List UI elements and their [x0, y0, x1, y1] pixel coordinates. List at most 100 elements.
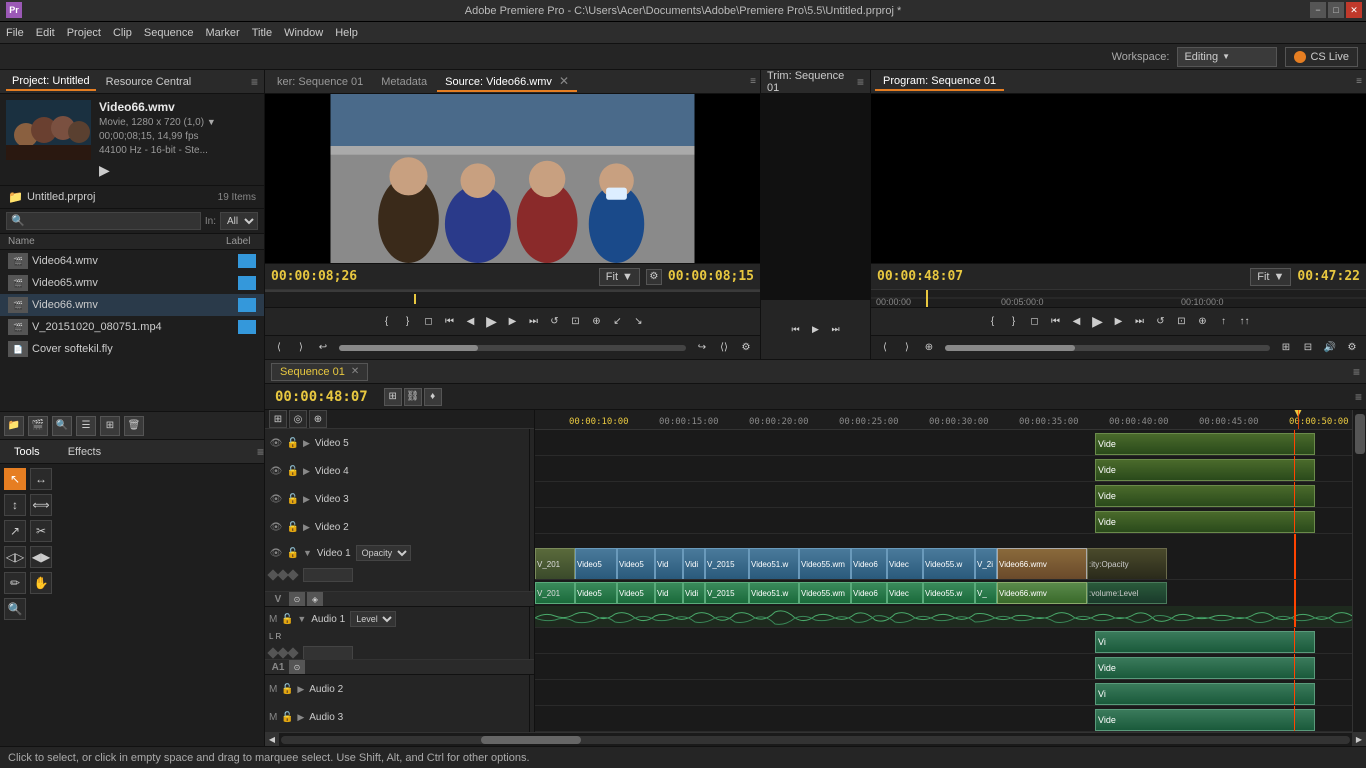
zoom-tool[interactable]: 🔍 — [4, 598, 26, 620]
prog-output-button[interactable]: ⊕ — [1193, 312, 1213, 332]
audio1-clip-5[interactable]: Vidi — [683, 582, 705, 604]
audio1-clip-3[interactable]: Video5 — [617, 582, 655, 604]
track-lock-audio2[interactable]: 🔓 — [280, 682, 294, 696]
track-options-icon[interactable]: ⊞ — [269, 410, 287, 428]
prog-extra-btn3[interactable]: ⊕ — [919, 338, 939, 358]
track-mute-audio1[interactable]: M — [269, 614, 277, 625]
video1-keyframe-select[interactable]: Opacity — [356, 545, 411, 561]
new-item-button[interactable]: 🎬 — [28, 416, 48, 436]
prog-extra-btn4[interactable]: ⊞ — [1276, 338, 1296, 358]
project-tab[interactable]: Project: Untitled — [6, 73, 96, 91]
source-mark-clip-button[interactable]: ◻ — [419, 312, 439, 332]
tools-tab[interactable]: Tools — [0, 442, 54, 462]
source-extra-btn6[interactable]: ⚙ — [736, 338, 756, 358]
source-step-back-button[interactable]: ◀ — [461, 312, 481, 332]
audio1-keyframe-select[interactable]: Level — [350, 611, 396, 627]
close-source-tab-icon[interactable]: ✕ — [559, 74, 569, 88]
track-eye-video4[interactable]: 👁 — [269, 464, 283, 478]
trim-play-button[interactable]: ▶ — [807, 321, 825, 339]
list-item[interactable]: 🎬 V_20151020_080751.mp4 — [0, 316, 264, 338]
menu-help[interactable]: Help — [335, 27, 358, 39]
audio1-clip-1[interactable]: V_201 — [535, 582, 575, 604]
razor-tool[interactable]: ✂ — [30, 520, 52, 542]
source-fit-select[interactable]: Fit▼ — [599, 268, 640, 286]
audio1-clip-9[interactable]: Video6 — [851, 582, 887, 604]
source-goto-in-button[interactable]: ⏮ — [440, 312, 460, 332]
project-panel-menu-icon[interactable]: ≡ — [251, 75, 258, 89]
audio1-clip-6[interactable]: V_2015 — [705, 582, 749, 604]
rate-stretch-tool[interactable]: ↗ — [4, 520, 26, 542]
source-overwrite-button[interactable]: ↘ — [629, 312, 649, 332]
minimize-button[interactable]: − — [1310, 2, 1326, 18]
timeline-settings-icon[interactable]: ≡ — [1355, 390, 1362, 404]
snap-button[interactable]: ⊞ — [384, 388, 402, 406]
track-lock-video1[interactable]: 🔓 — [286, 546, 300, 560]
timeline-vertical-scrollbar[interactable] — [1352, 410, 1366, 732]
source-goto-out-button[interactable]: ⏭ — [524, 312, 544, 332]
list-item[interactable]: 🎬 Video65.wmv — [0, 272, 264, 294]
audio1-clip-11[interactable]: Video55.w — [923, 582, 975, 604]
prog-loop-button[interactable]: ↺ — [1151, 312, 1171, 332]
add-track-icon[interactable]: ⊕ — [309, 410, 327, 428]
prog-goto-in-button[interactable]: ⏮ — [1046, 312, 1066, 332]
source-output-button[interactable]: ⊕ — [587, 312, 607, 332]
prog-mark-clip-button[interactable]: ◻ — [1025, 312, 1045, 332]
scroll-thumb[interactable] — [481, 736, 581, 744]
track-eye-video3[interactable]: 👁 — [269, 492, 283, 506]
video1-clip-last[interactable]: Video66.wmv — [997, 548, 1087, 580]
keyframe-slider[interactable] — [303, 568, 353, 582]
metadata-tab[interactable]: Metadata — [373, 74, 435, 90]
track-expand-video1[interactable]: ▼ — [303, 548, 312, 558]
tools-panel-menu-icon[interactable]: ≡ — [257, 445, 264, 459]
video1-clip-9[interactable]: Video6 — [851, 548, 887, 580]
sequence-tab[interactable]: ker: Sequence 01 — [269, 74, 371, 90]
menu-title[interactable]: Title — [252, 27, 272, 39]
track-lock-video3[interactable]: 🔓 — [286, 492, 300, 506]
source-extra-btn1[interactable]: ⟨ — [269, 338, 289, 358]
source-mark-out-button[interactable]: } — [398, 312, 418, 332]
effects-tab[interactable]: Effects — [54, 442, 115, 462]
menu-window[interactable]: Window — [284, 27, 323, 39]
linked-select-button[interactable]: ⛓ — [404, 388, 422, 406]
video1-clip-1[interactable]: V_201 — [535, 548, 575, 580]
prog-extra-btn1[interactable]: ⟨ — [875, 338, 895, 358]
audio1-clip-4[interactable]: Vid — [655, 582, 683, 604]
slide-tool[interactable]: ◀▶ — [30, 546, 52, 568]
prog-extra-btn6[interactable]: 🔊 — [1320, 338, 1340, 358]
in-select[interactable]: All — [220, 212, 258, 230]
icon-view-button[interactable]: ⊞ — [100, 416, 120, 436]
source-monitor-menu-icon[interactable]: ≡ — [750, 76, 756, 87]
source-play-button[interactable]: ▶ — [482, 312, 502, 332]
prog-extra-btn5[interactable]: ⊟ — [1298, 338, 1318, 358]
delete-button[interactable]: 🗑 — [124, 416, 144, 436]
track-eye-video5[interactable]: 👁 — [269, 436, 283, 450]
track-expand-video4[interactable]: ▶ — [303, 466, 310, 477]
video1-clip-5[interactable]: Vidi — [683, 548, 705, 580]
track-lock-video2[interactable]: 🔓 — [286, 520, 300, 534]
prog-mark-in-button[interactable]: { — [983, 312, 1003, 332]
audio2-clip[interactable]: Vi — [1095, 631, 1315, 653]
list-view-button[interactable]: ☰ — [76, 416, 96, 436]
slip-tool[interactable]: ◁▷ — [4, 546, 26, 568]
audio-kf-next-icon[interactable] — [287, 647, 298, 658]
video1-clip-11[interactable]: Video55.w — [923, 548, 975, 580]
track-lock-audio1[interactable]: 🔓 — [280, 612, 294, 626]
audio3-clip[interactable]: Vide — [1095, 657, 1315, 679]
add-marker-button[interactable]: ♦ — [424, 388, 442, 406]
prog-step-back-button[interactable]: ◀ — [1067, 312, 1087, 332]
menu-clip[interactable]: Clip — [113, 27, 132, 39]
rolling-edit-tool[interactable]: ⟺ — [30, 494, 52, 516]
list-item[interactable]: 🎬 Video64.wmv — [0, 250, 264, 272]
track-mute-audio2[interactable]: M — [269, 684, 277, 695]
track-lock-all-icon[interactable]: ◎ — [289, 410, 307, 428]
scroll-track[interactable] — [281, 736, 1350, 744]
pen-tool[interactable]: ✏ — [4, 572, 26, 594]
prog-play-button[interactable]: ▶ — [1088, 312, 1108, 332]
audio1-clip-7[interactable]: Video51.w — [749, 582, 799, 604]
prog-extra-btn2[interactable]: ⟩ — [897, 338, 917, 358]
source-insert-button[interactable]: ↙ — [608, 312, 628, 332]
file-type-dropdown-icon[interactable]: ▼ — [207, 117, 216, 127]
sync-lock-video[interactable]: ⊙ — [289, 592, 305, 606]
track-select-tool[interactable]: ↔ — [30, 468, 52, 490]
workspace-dropdown[interactable]: Editing ▼ — [1177, 47, 1277, 67]
